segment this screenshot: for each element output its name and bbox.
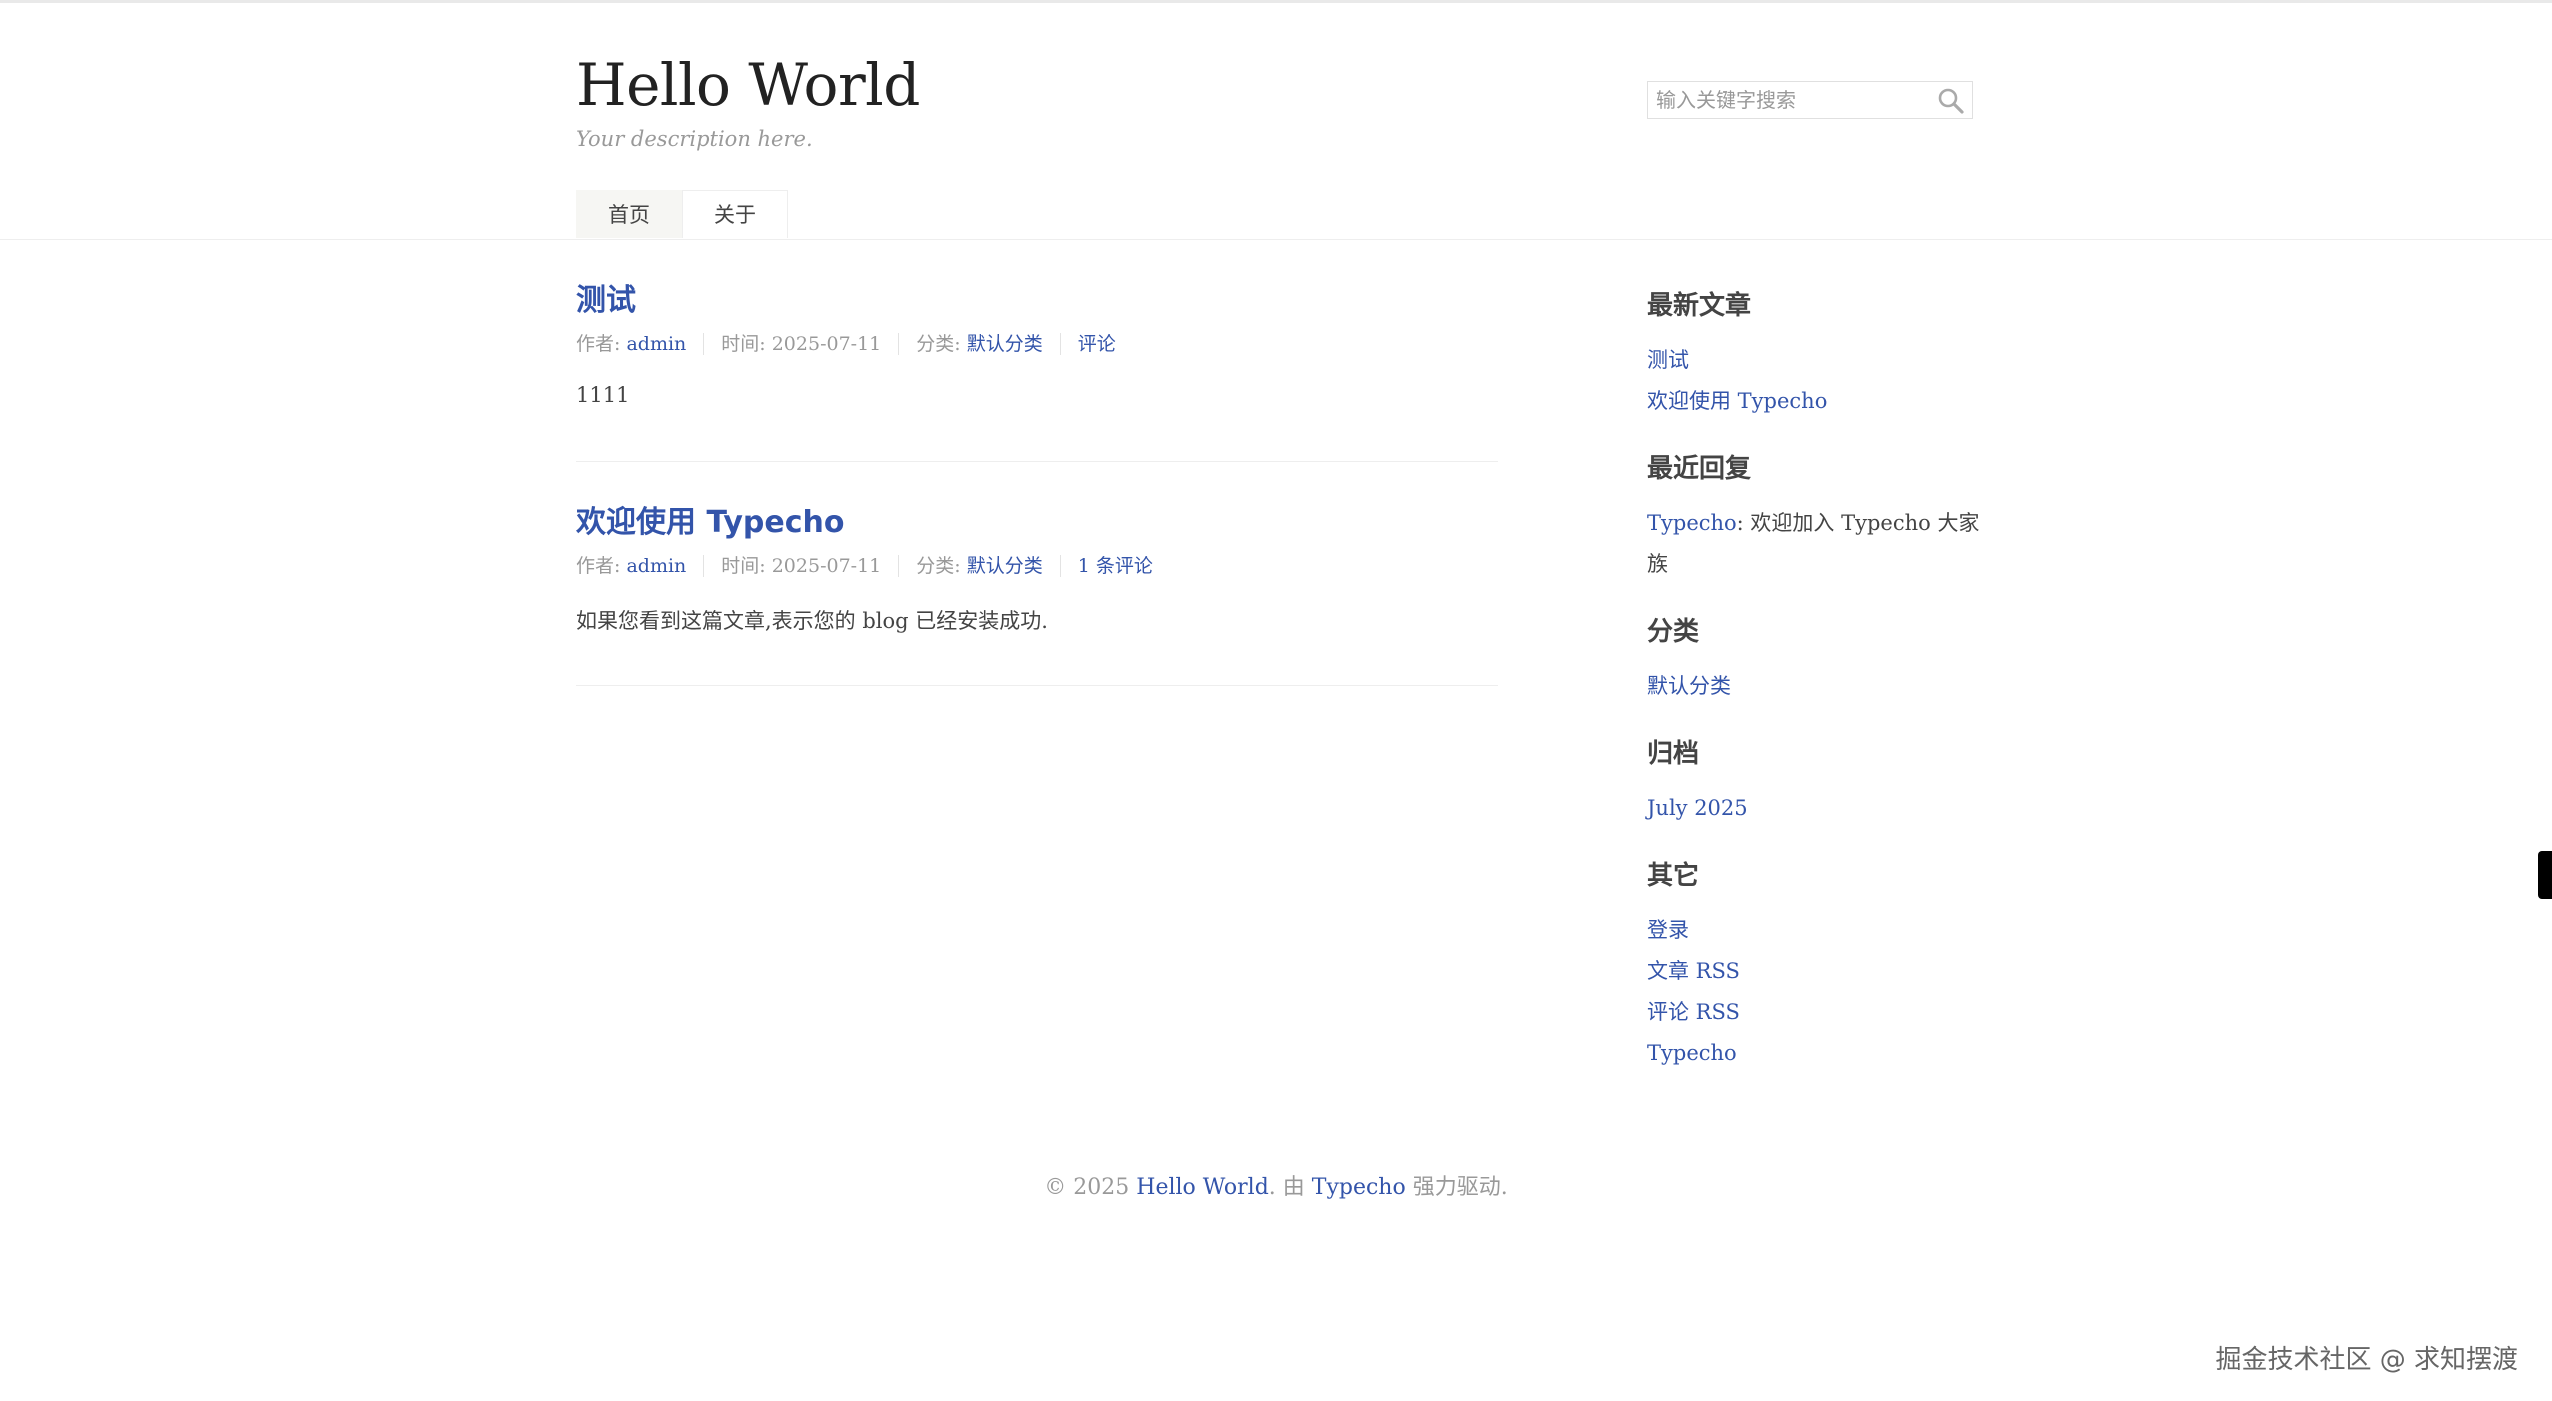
author-label: 作者:	[576, 555, 627, 577]
comments-link[interactable]: 1 条评论	[1078, 555, 1153, 577]
post-comments: 1 条评论	[1059, 555, 1170, 577]
side-float-tab[interactable]	[2538, 851, 2552, 899]
list-item: Typecho	[1647, 1033, 1987, 1074]
main-nav: 首页 关于	[576, 190, 788, 238]
recent-post-link[interactable]: 测试	[1647, 348, 1689, 372]
category-label: 分类:	[916, 555, 967, 577]
comments-rss-link[interactable]: 评论 RSS	[1647, 1000, 1740, 1024]
recent-post-link[interactable]: 欢迎使用 Typecho	[1647, 389, 1827, 413]
post-item: 欢迎使用 Typecho 作者: admin 时间: 2025-07-11 分类…	[576, 505, 1498, 686]
footer-by-text: . 由	[1268, 1175, 1312, 1200]
search-form	[1647, 81, 1973, 119]
nav-item-home[interactable]: 首页	[576, 190, 682, 238]
archive-link[interactable]: July 2025	[1647, 796, 1748, 820]
author-link[interactable]: admin	[626, 555, 686, 577]
posts-rss-link[interactable]: 文章 RSS	[1647, 959, 1740, 983]
post-content: 1111	[576, 383, 630, 407]
site-footer: © 2025 Hello World. 由 Typecho 强力驱动.	[0, 1169, 2552, 1201]
login-link[interactable]: 登录	[1647, 918, 1689, 942]
post-category: 分类: 默认分类	[898, 333, 1059, 355]
typecho-link[interactable]: Typecho	[1647, 1041, 1737, 1065]
widget-title: 归档	[1647, 739, 1700, 769]
search-button[interactable]	[1936, 86, 1966, 116]
search-icon	[1938, 88, 1964, 114]
comments-link[interactable]: 评论	[1078, 333, 1116, 355]
widget-categories: 分类 默认分类	[1647, 611, 1987, 707]
comment-author-link[interactable]: Typecho	[1647, 511, 1737, 535]
widget-archives: 归档 July 2025	[1647, 733, 1987, 829]
widget-title: 分类	[1647, 617, 1700, 647]
list-item: 默认分类	[1647, 666, 1987, 707]
widget-title: 最近回复	[1647, 454, 1752, 484]
category-link[interactable]: 默认分类	[967, 333, 1043, 355]
category-label: 分类:	[916, 333, 967, 355]
list-item: 欢迎使用 Typecho	[1647, 381, 1987, 422]
list-item: 登录	[1647, 910, 1987, 951]
category-link[interactable]: 默认分类	[1647, 674, 1731, 698]
post-title[interactable]: 欢迎使用 Typecho	[576, 505, 844, 540]
list-item: Typecho: 欢迎加入 Typecho 大家族	[1647, 503, 1987, 585]
post-title[interactable]: 测试	[576, 283, 636, 318]
widget-title: 最新文章	[1647, 291, 1752, 321]
footer-engine-link[interactable]: Typecho	[1312, 1175, 1406, 1200]
post-content: 如果您看到这篇文章,表示您的 blog 已经安装成功.	[576, 609, 1048, 633]
list-item: 文章 RSS	[1647, 951, 1987, 992]
list-item: 测试	[1647, 340, 1987, 381]
list-item: 评论 RSS	[1647, 992, 1987, 1033]
post-author: 作者: admin	[576, 333, 703, 355]
site-description: Your description here.	[576, 127, 813, 151]
post-time: 时间: 2025-07-11	[703, 555, 898, 577]
post-time: 时间: 2025-07-11	[703, 333, 898, 355]
footer-powered-text: 强力驱动.	[1405, 1175, 1508, 1200]
list-item: July 2025	[1647, 788, 1987, 829]
widget-recent-posts: 最新文章 测试 欢迎使用 Typecho	[1647, 285, 1987, 422]
post-author: 作者: admin	[576, 555, 703, 577]
post-comments: 评论	[1059, 333, 1133, 355]
sidebar: 最新文章 测试 欢迎使用 Typecho 最近回复 Typecho: 欢迎加入 …	[1647, 285, 1987, 1100]
footer-site-link[interactable]: Hello World	[1136, 1175, 1269, 1200]
category-link[interactable]: 默认分类	[967, 555, 1043, 577]
widget-title: 其它	[1647, 861, 1700, 891]
widget-other: 其它 登录 文章 RSS 评论 RSS Typecho	[1647, 855, 1987, 1074]
author-label: 作者:	[576, 333, 627, 355]
nav-item-about[interactable]: 关于	[682, 190, 788, 238]
site-header: Hello World Your description here. 首页 关于	[0, 3, 2552, 240]
post-meta: 作者: admin 时间: 2025-07-11 分类: 默认分类 评论	[576, 333, 1498, 355]
copyright-text: © 2025	[1044, 1175, 1137, 1200]
post-meta: 作者: admin 时间: 2025-07-11 分类: 默认分类 1 条评论	[576, 555, 1498, 577]
widget-recent-comments: 最近回复 Typecho: 欢迎加入 Typecho 大家族	[1647, 448, 1987, 585]
post-category: 分类: 默认分类	[898, 555, 1059, 577]
post-item: 测试 作者: admin 时间: 2025-07-11 分类: 默认分类 评论 …	[576, 283, 1498, 462]
search-input[interactable]	[1648, 82, 1934, 118]
site-title[interactable]: Hello World	[576, 51, 920, 119]
author-link[interactable]: admin	[626, 333, 686, 355]
watermark: 掘金技术社区 @ 求知摆渡	[2215, 1345, 2518, 1375]
